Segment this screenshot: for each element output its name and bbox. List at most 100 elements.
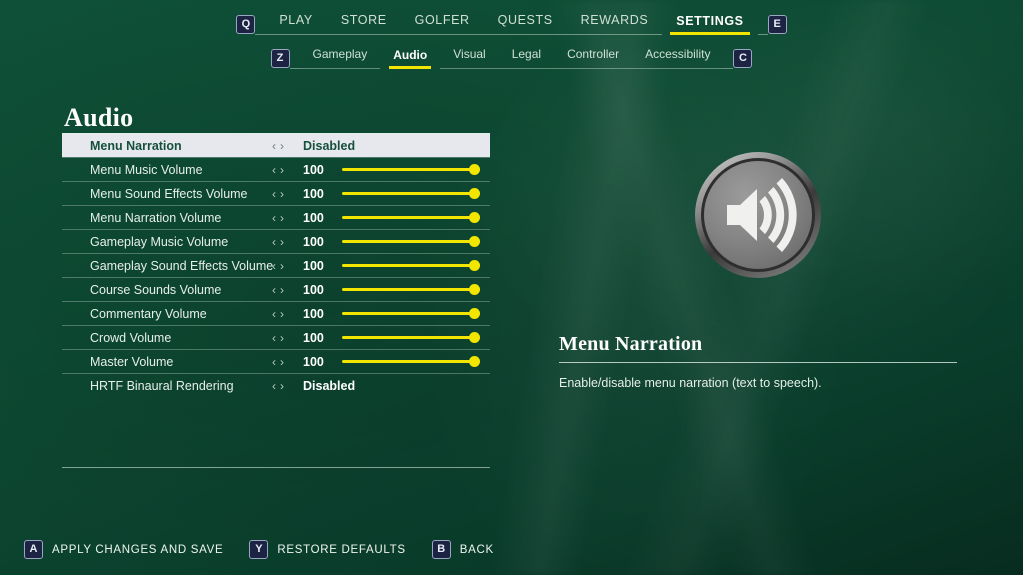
chevron-right-icon[interactable]: › [280, 259, 285, 273]
footer-action-label: RESTORE DEFAULTS [277, 543, 406, 556]
setting-row-value: 100 [303, 330, 324, 345]
nav-item-quests[interactable]: QUESTS [483, 13, 567, 35]
subnav-items: Gameplay Audio Visual Legal Controller Access… [299, 47, 724, 69]
key-badge-a: A [24, 540, 43, 559]
chevron-right-icon[interactable]: › [280, 355, 285, 369]
chevron-right-icon[interactable]: › [280, 331, 285, 345]
volume-slider[interactable] [342, 283, 480, 297]
setting-row[interactable]: Menu Narration Volume ‹ › 100 [62, 205, 490, 229]
chevron-right-icon[interactable]: › [280, 187, 285, 201]
chevron-left-icon[interactable]: ‹ [272, 235, 277, 249]
volume-slider[interactable] [342, 235, 480, 249]
nav-next-key-badge[interactable]: E [767, 14, 787, 34]
volume-slider[interactable] [342, 187, 480, 201]
chevron-left-icon[interactable]: ‹ [272, 211, 277, 225]
chevron-left-icon[interactable]: ‹ [272, 283, 277, 297]
setting-row[interactable]: Commentary Volume ‹ › 100 [62, 301, 490, 325]
chevron-right-icon[interactable]: › [280, 283, 285, 297]
subnav-next-key-badge[interactable]: C [733, 48, 753, 68]
setting-row-arrows: ‹ › [272, 355, 285, 369]
subnav-item-legal[interactable]: Legal [498, 47, 555, 69]
setting-row-arrows: ‹ › [272, 331, 285, 345]
nav-item-golfer[interactable]: GOLFER [400, 13, 484, 35]
chevron-left-icon[interactable]: ‹ [272, 307, 277, 321]
footer-action-label: APPLY CHANGES AND SAVE [52, 543, 224, 556]
setting-row-value: 100 [303, 306, 324, 321]
volume-slider-knob[interactable] [469, 284, 480, 295]
setting-row-arrows: ‹ › [272, 307, 285, 321]
volume-slider-track [342, 216, 480, 219]
subnav-item-visual[interactable]: Visual [440, 47, 499, 69]
chevron-left-icon[interactable]: ‹ [272, 163, 277, 177]
setting-row[interactable]: Crowd Volume ‹ › 100 [62, 325, 490, 349]
nav-item-settings[interactable]: SETTINGS [662, 14, 757, 35]
setting-row-value: Disabled [303, 378, 356, 393]
setting-row-value: 100 [303, 186, 324, 201]
volume-slider-knob[interactable] [469, 188, 480, 199]
chevron-left-icon[interactable]: ‹ [272, 355, 277, 369]
setting-row-label: Menu Sound Effects Volume [90, 186, 248, 201]
nav-item-rewards[interactable]: REWARDS [566, 13, 663, 35]
subnav-item-audio[interactable]: Audio [380, 48, 440, 69]
subnav-prev-key-badge[interactable]: Z [270, 48, 290, 68]
volume-slider-knob[interactable] [469, 236, 480, 247]
chevron-left-icon[interactable]: ‹ [272, 331, 277, 345]
subnav-item-accessibility[interactable]: Accessibility [632, 47, 724, 69]
chevron-left-icon[interactable]: ‹ [272, 259, 277, 273]
setting-row-label: Gameplay Music Volume [90, 234, 229, 249]
setting-row-value: Disabled [303, 138, 356, 153]
chevron-right-icon[interactable]: › [280, 163, 285, 177]
chevron-right-icon[interactable]: › [280, 139, 285, 153]
volume-slider[interactable] [342, 259, 480, 273]
chevron-right-icon[interactable]: › [280, 379, 285, 393]
footer-action-back[interactable]: B BACK [431, 540, 494, 559]
volume-slider[interactable] [342, 355, 480, 369]
nav-item-play[interactable]: PLAY [265, 13, 327, 35]
volume-slider-track [342, 192, 480, 195]
setting-row-label: Menu Narration Volume [90, 210, 222, 225]
setting-row[interactable]: HRTF Binaural Rendering ‹ › Disabled [62, 373, 490, 397]
volume-slider-knob[interactable] [469, 308, 480, 319]
setting-row[interactable]: Gameplay Music Volume ‹ › 100 [62, 229, 490, 253]
setting-row-value: 100 [303, 354, 324, 369]
setting-row-label: Menu Music Volume [90, 162, 203, 177]
volume-slider-knob[interactable] [469, 164, 480, 175]
setting-row[interactable]: Menu Narration ‹ › Disabled [62, 133, 490, 157]
chevron-right-icon[interactable]: › [280, 307, 285, 321]
footer-action-bar: A APPLY CHANGES AND SAVE Y RESTORE DEFAULTS… [24, 540, 494, 559]
volume-slider-knob[interactable] [469, 332, 480, 343]
chevron-left-icon[interactable]: ‹ [272, 139, 277, 153]
subnav-item-gameplay[interactable]: Gameplay [299, 47, 381, 69]
nav-prev-key-badge[interactable]: Q [236, 14, 256, 34]
volume-slider-knob[interactable] [469, 212, 480, 223]
chevron-left-icon[interactable]: ‹ [272, 187, 277, 201]
volume-slider-knob[interactable] [469, 260, 480, 271]
chevron-left-icon[interactable]: ‹ [272, 379, 277, 393]
volume-slider-track [342, 360, 480, 363]
setting-row-arrows: ‹ › [272, 235, 285, 249]
volume-slider[interactable] [342, 211, 480, 225]
volume-slider[interactable] [342, 163, 480, 177]
setting-row[interactable]: Menu Music Volume ‹ › 100 [62, 157, 490, 181]
setting-row-value: 100 [303, 282, 324, 297]
detail-panel: Menu Narration Enable/disable menu narra… [559, 333, 957, 393]
setting-row[interactable]: Gameplay Sound Effects Volume ‹ › 100 [62, 253, 490, 277]
footer-action-restore-defaults[interactable]: Y RESTORE DEFAULTS [249, 540, 405, 559]
key-badge-b: B [431, 540, 451, 559]
volume-slider-knob[interactable] [469, 356, 480, 367]
setting-row-label: Course Sounds Volume [90, 282, 222, 297]
volume-slider-track [342, 312, 480, 315]
volume-slider[interactable] [342, 307, 480, 321]
chevron-right-icon[interactable]: › [280, 211, 285, 225]
chevron-right-icon[interactable]: › [280, 235, 285, 249]
nav-item-store[interactable]: STORE [326, 13, 401, 35]
volume-slider[interactable] [342, 331, 480, 345]
setting-row[interactable]: Menu Sound Effects Volume ‹ › 100 [62, 181, 490, 205]
subnav-item-controller[interactable]: Controller [554, 47, 633, 69]
detail-description: Enable/disable menu narration (text to s… [559, 376, 822, 390]
footer-action-apply-changes-and-save[interactable]: A APPLY CHANGES AND SAVE [24, 540, 223, 559]
list-bottom-divider [62, 467, 490, 468]
setting-row[interactable]: Master Volume ‹ › 100 [62, 349, 490, 373]
setting-row[interactable]: Course Sounds Volume ‹ › 100 [62, 277, 490, 301]
setting-row-label: Gameplay Sound Effects Volume [90, 258, 274, 273]
